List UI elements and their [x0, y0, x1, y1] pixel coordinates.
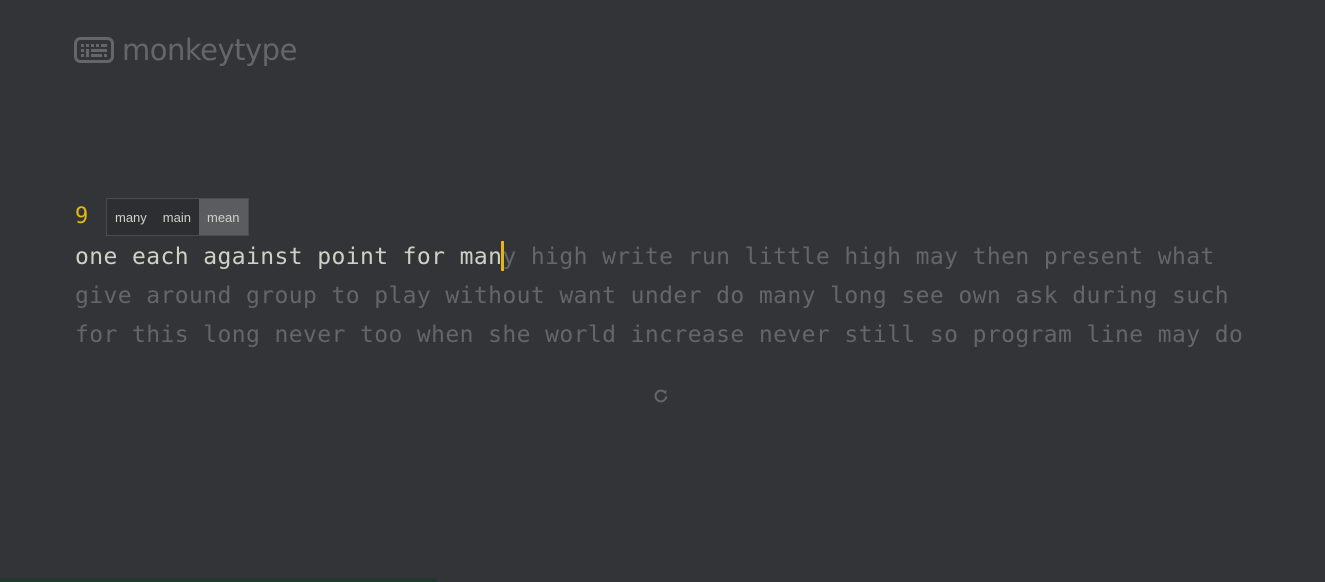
- caret: [500, 241, 504, 271]
- progress-fill: [0, 578, 438, 582]
- words-line-1: one each against point for many high wri…: [75, 238, 1275, 277]
- suggestion-mean[interactable]: mean: [198, 199, 248, 235]
- word-counter: 9: [75, 204, 89, 229]
- autocomplete-suggestions: many main mean: [106, 198, 249, 236]
- restart-icon: [653, 388, 669, 408]
- typed-text: one each against point for man: [75, 244, 503, 270]
- progress-bar: [0, 578, 1325, 582]
- keyboard-icon: [74, 37, 114, 63]
- logo[interactable]: monkeytype: [74, 30, 297, 70]
- suggestion-many[interactable]: many: [107, 199, 155, 235]
- untyped-text: y high write run little high may then pr…: [502, 244, 1215, 270]
- words-area[interactable]: one each against point for many high wri…: [75, 238, 1275, 355]
- restart-button[interactable]: [651, 388, 671, 408]
- suggestion-main[interactable]: main: [155, 199, 199, 235]
- words-line-3: for this long never too when she world i…: [75, 322, 1244, 348]
- words-line-2: give around group to play without want u…: [75, 283, 1230, 309]
- logo-text: monkeytype: [122, 33, 297, 67]
